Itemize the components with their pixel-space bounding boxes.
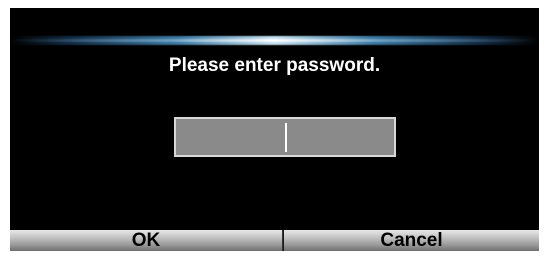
ok-button[interactable]: OK <box>10 230 283 251</box>
cancel-button[interactable]: Cancel <box>284 230 539 251</box>
dialog-title: Please enter password. <box>168 55 381 76</box>
text-caret <box>285 123 287 152</box>
button-divider <box>283 230 284 251</box>
button-bar: OK Cancel <box>10 230 539 251</box>
password-dialog: Please enter password. OK Cancel <box>10 8 539 251</box>
header-glow-bar <box>10 36 539 45</box>
